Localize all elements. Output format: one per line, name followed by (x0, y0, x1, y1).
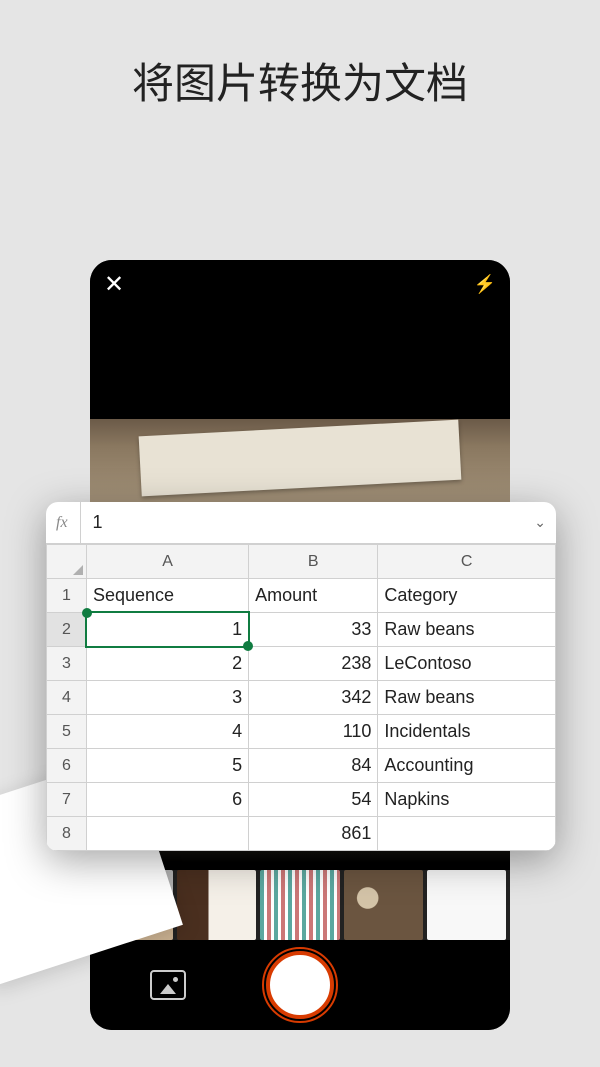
thumbnail[interactable] (260, 870, 339, 940)
fx-icon: fx (56, 502, 81, 543)
cell[interactable]: 861 (249, 817, 378, 851)
cell[interactable]: 2 (87, 647, 249, 681)
cell[interactable]: 84 (249, 749, 378, 783)
cell[interactable]: Raw beans (378, 681, 556, 715)
select-all-corner[interactable] (47, 545, 87, 579)
cell-selected[interactable]: 1 (87, 613, 249, 647)
cell[interactable]: LeContoso (378, 647, 556, 681)
chevron-down-icon[interactable]: ⌄ (534, 514, 546, 531)
cell[interactable]: 33 (249, 613, 378, 647)
col-header-b[interactable]: B (249, 545, 378, 579)
camera-bottom-bar (90, 940, 510, 1030)
col-header-c[interactable]: C (378, 545, 556, 579)
row-header[interactable]: 5 (47, 715, 87, 749)
row-header[interactable]: 7 (47, 783, 87, 817)
thumbnail[interactable] (344, 870, 423, 940)
cell[interactable]: 3 (87, 681, 249, 715)
cell[interactable]: 238 (249, 647, 378, 681)
cell[interactable]: 5 (87, 749, 249, 783)
row-header[interactable]: 3 (47, 647, 87, 681)
flash-icon[interactable]: ⚡ (474, 274, 496, 295)
scanned-paper (139, 420, 462, 497)
cell[interactable] (378, 817, 556, 851)
cell[interactable]: 110 (249, 715, 378, 749)
row-header[interactable]: 1 (47, 579, 87, 613)
spreadsheet-overlay: fx 1 ⌄ A B C 1 Sequence Amount Category … (46, 502, 556, 851)
cell[interactable]: 4 (87, 715, 249, 749)
cell[interactable]: 6 (87, 783, 249, 817)
row-header[interactable]: 6 (47, 749, 87, 783)
formula-bar[interactable]: fx 1 ⌄ (46, 502, 556, 544)
close-icon[interactable]: ✕ (104, 270, 124, 299)
formula-value[interactable]: 1 (81, 512, 535, 533)
cell[interactable]: 54 (249, 783, 378, 817)
camera-topbar: ✕ ⚡ (90, 260, 510, 308)
page-headline: 将图片转换为文档 (0, 0, 600, 151)
cell[interactable]: Amount (249, 579, 378, 613)
shutter-button[interactable] (266, 951, 334, 1019)
col-header-a[interactable]: A (87, 545, 249, 579)
cell[interactable]: Sequence (87, 579, 249, 613)
row-header[interactable]: 2 (47, 613, 87, 647)
cell[interactable] (87, 817, 249, 851)
cell[interactable]: Napkins (378, 783, 556, 817)
gallery-icon[interactable] (150, 970, 186, 1000)
spreadsheet-grid[interactable]: A B C 1 Sequence Amount Category 2 1 33 … (46, 544, 556, 851)
cell[interactable]: Category (378, 579, 556, 613)
cell[interactable]: Accounting (378, 749, 556, 783)
row-header[interactable]: 8 (47, 817, 87, 851)
cell[interactable]: Raw beans (378, 613, 556, 647)
cell[interactable]: Incidentals (378, 715, 556, 749)
thumbnail[interactable] (427, 870, 506, 940)
thumbnail[interactable] (177, 870, 256, 940)
row-header[interactable]: 4 (47, 681, 87, 715)
cell[interactable]: 342 (249, 681, 378, 715)
